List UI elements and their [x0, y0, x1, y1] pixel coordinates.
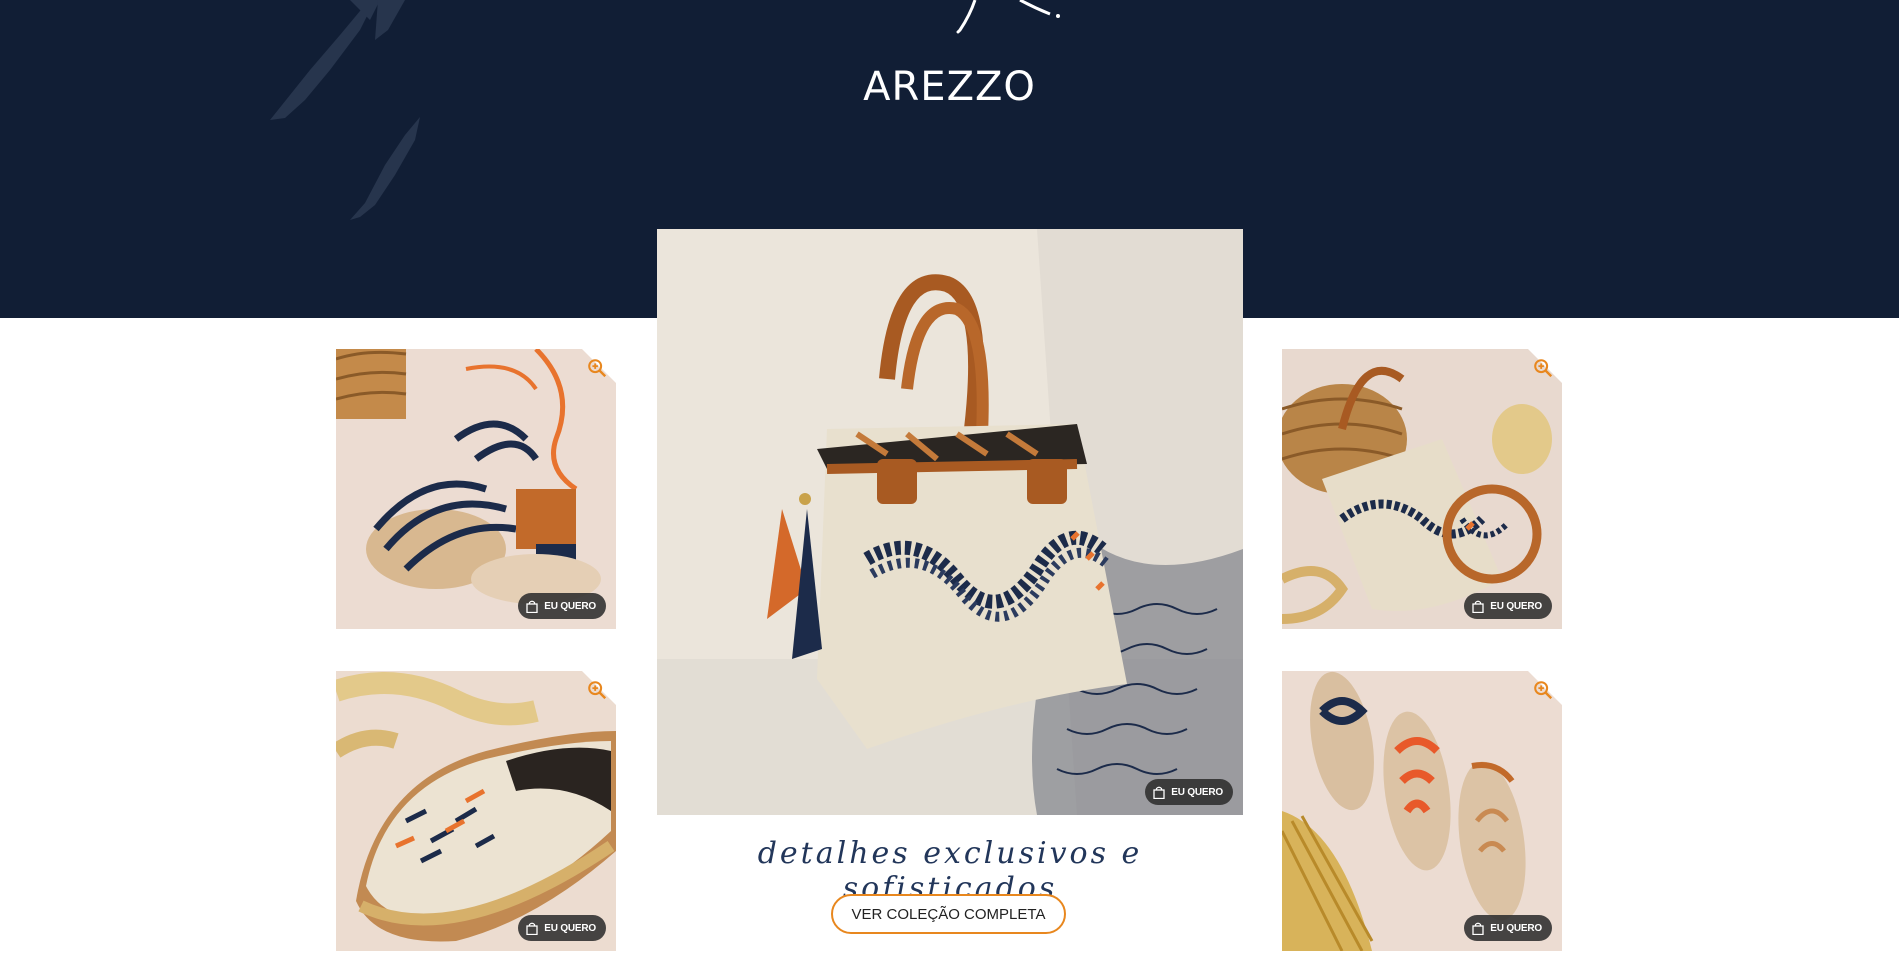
shopping-bag-icon [1153, 786, 1165, 799]
product-card-flat-sandals[interactable]: EU QUERO [1282, 671, 1562, 951]
buy-button-label: EU QUERO [544, 922, 596, 934]
product-card-sandal[interactable]: EU QUERO [336, 349, 616, 629]
zoom-in-icon[interactable] [1532, 679, 1554, 701]
buy-button-label: EU QUERO [1490, 922, 1542, 934]
shopping-bag-icon [1472, 922, 1484, 935]
view-full-collection-button[interactable]: VER COLEÇÃO COMPLETA [831, 894, 1066, 934]
buy-button-label: EU QUERO [1490, 600, 1542, 612]
buy-button[interactable]: EU QUERO [1145, 779, 1233, 805]
brand-title: AREZZO [863, 64, 1036, 110]
product-photo [1282, 349, 1562, 629]
shopping-bag-icon [526, 922, 538, 935]
zoom-in-icon[interactable] [1532, 357, 1554, 379]
product-photo [1282, 671, 1562, 951]
buy-button[interactable]: EU QUERO [1464, 593, 1552, 619]
zoom-in-icon[interactable] [586, 679, 608, 701]
logo-swirl-icon [956, 0, 1060, 34]
product-card-espadrille[interactable]: EU QUERO [336, 671, 616, 951]
buy-button[interactable]: EU QUERO [1464, 915, 1552, 941]
product-photo [336, 349, 616, 629]
shopping-bag-icon [526, 600, 538, 613]
buy-button-label: EU QUERO [544, 600, 596, 612]
buy-button-label: EU QUERO [1171, 786, 1223, 798]
zoom-in-icon[interactable] [586, 357, 608, 379]
product-card-handbag-featured[interactable]: EU QUERO [657, 229, 1243, 815]
product-photo [336, 671, 616, 951]
buy-button[interactable]: EU QUERO [518, 915, 606, 941]
shopping-bag-icon [1472, 600, 1484, 613]
buy-button[interactable]: EU QUERO [518, 593, 606, 619]
product-photo [657, 229, 1243, 815]
product-card-bucket-bag[interactable]: EU QUERO [1282, 349, 1562, 629]
fish-decoration-icon [350, 117, 420, 220]
